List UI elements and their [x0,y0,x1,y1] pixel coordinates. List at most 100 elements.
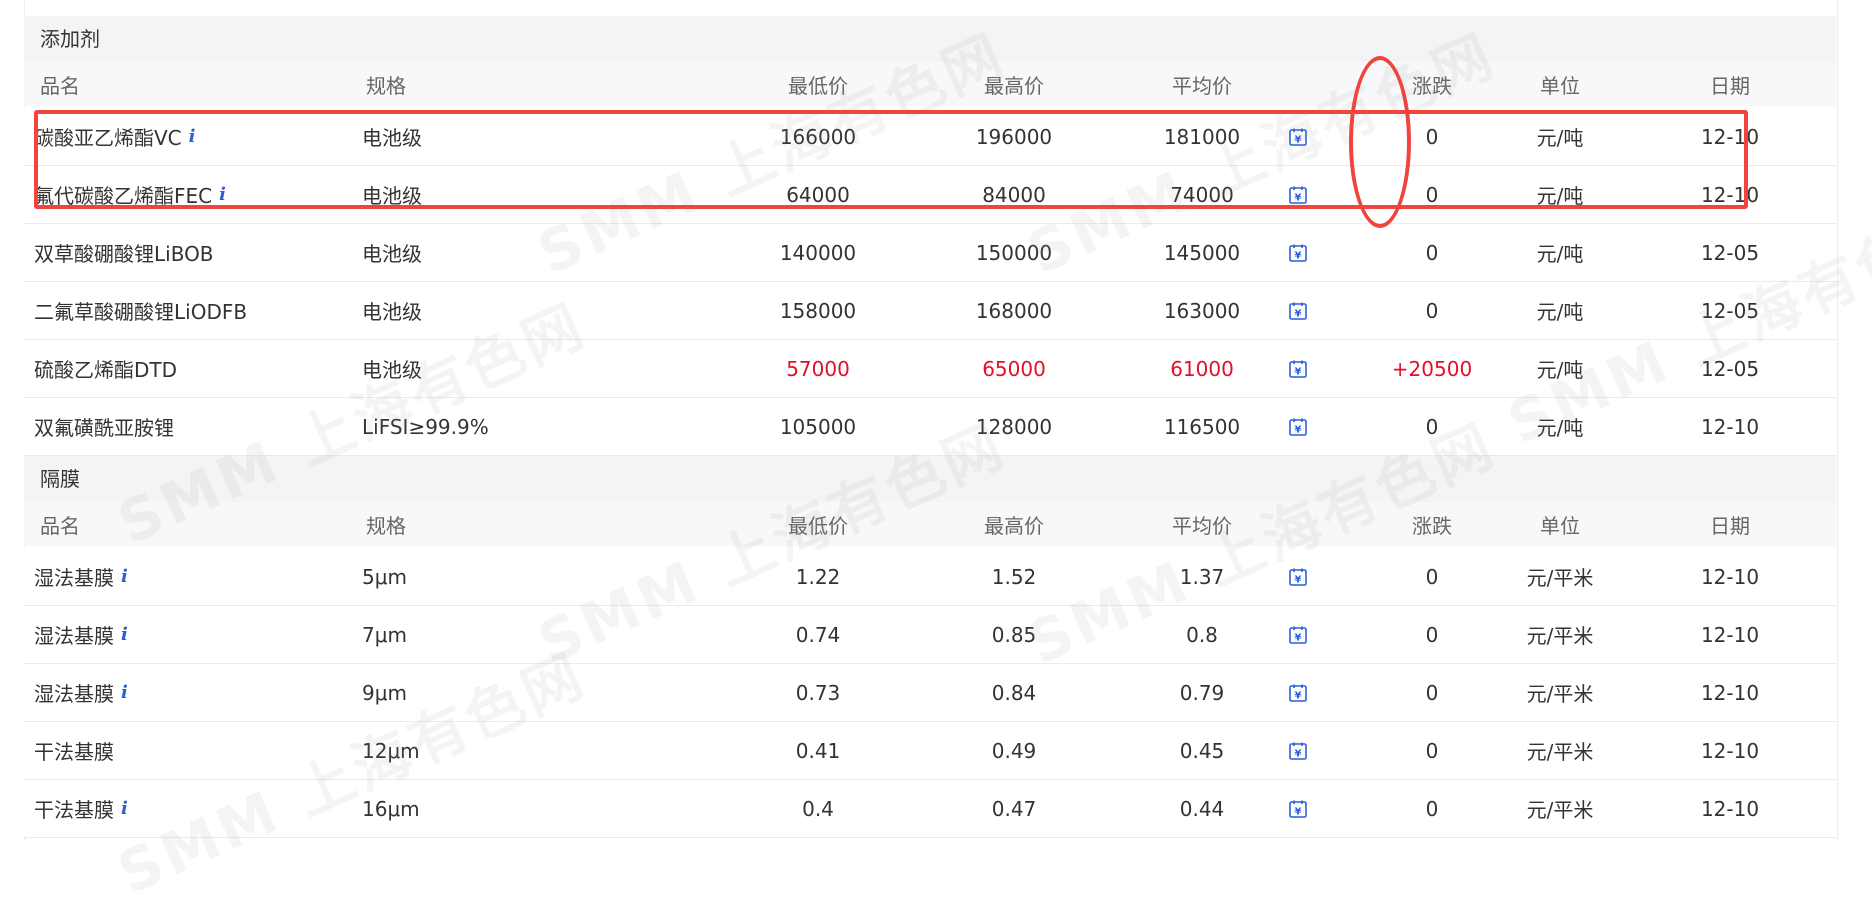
product-name[interactable]: 干法基膜 [34,722,114,779]
low-price: 166000 [779,124,857,149]
high-price: 196000 [975,124,1053,149]
product-name-text[interactable]: 湿法基膜 [34,562,114,591]
product-name-text[interactable]: 干法基膜 [34,794,114,823]
info-icon[interactable]: i [219,184,226,205]
product-name-text[interactable]: 硫酸乙烯酯DTD [34,354,177,383]
product-name[interactable]: 湿法基膜 i [34,606,128,663]
avg-price: 0.45 [1179,738,1225,763]
low-price: 64000 [786,182,850,207]
product-name[interactable]: 湿法基膜 i [34,548,128,605]
table-row[interactable]: 湿法基膜 i 5μm 1.22 1.52 1.37 ¥0 元/平米 12-10 [24,548,1836,606]
calendar-chart-icon[interactable]: ¥ [1286,664,1310,721]
col-unit: 单位 [1540,73,1580,98]
table-row[interactable]: 干法基膜 12μm 0.41 0.49 0.45 ¥0 元/平米 12-10 [24,722,1836,780]
avg-price: 163000 [1163,298,1241,323]
info-icon[interactable]: i [121,624,128,645]
table-row[interactable]: 湿法基膜 i 9μm 0.73 0.84 0.79 ¥0 元/平米 12-10 [24,664,1836,722]
col-high: 最高价 [984,73,1044,98]
unit-value: 元/吨 [1536,184,1584,208]
svg-text:¥: ¥ [1295,366,1302,377]
avg-price: 116500 [1163,414,1241,439]
unit-value: 元/吨 [1536,126,1584,150]
product-name-text[interactable]: 干法基膜 [34,736,114,765]
date-value: 12-10 [1700,796,1760,821]
svg-text:¥: ¥ [1295,574,1302,585]
unit-value: 元/平米 [1526,798,1594,822]
col-avg: 平均价 [1172,513,1232,538]
high-price: 65000 [982,356,1046,381]
avg-price: 0.79 [1179,680,1225,705]
avg-price: 61000 [1170,356,1234,381]
date-value: 12-05 [1700,356,1760,381]
column-header-row: 品名 规格 最低价 最高价 平均价 涨跌 单位 日期 [24,502,1836,546]
unit-value: 元/吨 [1536,242,1584,266]
calendar-chart-icon[interactable]: ¥ [1286,224,1310,281]
info-icon[interactable]: i [121,566,128,587]
date-value: 12-05 [1700,298,1760,323]
product-name[interactable]: 双氟磺酰亚胺锂 [34,398,174,455]
high-price: 0.47 [991,796,1037,821]
table-row[interactable]: 干法基膜 i 16μm 0.4 0.47 0.44 ¥0 元/平米 12-10 [24,780,1836,838]
svg-text:¥: ¥ [1295,748,1302,759]
calendar-chart-icon[interactable]: ¥ [1286,722,1310,779]
date-value: 12-10 [1700,680,1760,705]
calendar-chart-icon[interactable]: ¥ [1286,282,1310,339]
product-name-text[interactable]: 双草酸硼酸锂LiBOB [34,238,214,267]
product-name-text[interactable]: 碳酸亚乙烯酯VC [34,122,182,151]
info-icon[interactable]: i [121,682,128,703]
calendar-chart-icon[interactable]: ¥ [1286,340,1310,397]
product-name[interactable]: 硫酸乙烯酯DTD [34,340,177,397]
spec-value: 16μm [362,796,420,821]
unit-value: 元/平米 [1526,624,1594,648]
calendar-chart-icon[interactable]: ¥ [1286,398,1310,455]
col-low: 最低价 [788,513,848,538]
date-value: 12-10 [1700,738,1760,763]
calendar-chart-icon[interactable]: ¥ [1286,780,1310,837]
high-price: 168000 [975,298,1053,323]
col-avg: 平均价 [1172,73,1232,98]
unit-value: 元/吨 [1536,358,1584,382]
table-row[interactable]: 湿法基膜 i 7μm 0.74 0.85 0.8 ¥0 元/平米 12-10 [24,606,1836,664]
high-price: 128000 [975,414,1053,439]
table-row[interactable]: 二氟草酸硼酸锂LiODFB 电池级 158000 168000 163000 ¥0 元/吨 1… [24,282,1836,340]
low-price: 158000 [779,298,857,323]
product-name-text[interactable]: 氟代碳酸乙烯酯FEC [34,180,212,209]
product-name[interactable]: 碳酸亚乙烯酯VC i [34,108,196,165]
product-name[interactable]: 湿法基膜 i [34,664,128,721]
calendar-chart-icon[interactable]: ¥ [1286,166,1310,223]
product-name-text[interactable]: 湿法基膜 [34,620,114,649]
calendar-chart-icon[interactable]: ¥ [1286,606,1310,663]
high-price: 0.85 [991,622,1037,647]
svg-text:¥: ¥ [1295,134,1302,145]
table-row[interactable]: 双氟磺酰亚胺锂 LiFSI≥99.9% 105000 128000 116500 ¥0 元/… [24,398,1836,456]
spec-value: 9μm [362,680,407,705]
col-name: 品名 [40,73,80,98]
spec-value: LiFSI≥99.9% [362,414,489,439]
section-header-separators: 隔膜 [24,456,1836,502]
table-row[interactable]: 氟代碳酸乙烯酯FEC i 电池级 64000 84000 74000 ¥0 元/吨 12-10 [24,166,1836,224]
info-icon[interactable]: i [189,126,196,147]
product-name-text[interactable]: 湿法基膜 [34,678,114,707]
col-name: 品名 [40,513,80,538]
col-low: 最低价 [788,73,848,98]
info-icon[interactable]: i [121,798,128,819]
high-price: 1.52 [991,564,1037,589]
product-name[interactable]: 双草酸硼酸锂LiBOB [34,224,214,281]
product-name[interactable]: 氟代碳酸乙烯酯FEC i [34,166,226,223]
product-name-text[interactable]: 二氟草酸硼酸锂LiODFB [34,296,247,325]
unit-value: 元/平米 [1526,740,1594,764]
table-row[interactable]: 双草酸硼酸锂LiBOB 电池级 140000 150000 145000 ¥0 元/吨 12-… [24,224,1836,282]
calendar-chart-icon[interactable]: ¥ [1286,108,1310,165]
table-row[interactable]: 硫酸乙烯酯DTD 电池级 57000 65000 61000 ¥ +20500 元/吨 12-0… [24,340,1836,398]
low-price: 1.22 [795,564,841,589]
high-price: 150000 [975,240,1053,265]
product-name[interactable]: 干法基膜 i [34,780,128,837]
table-row[interactable]: 碳酸亚乙烯酯VC i 电池级 166000 196000 181000 ¥0 元/吨 12-10 [24,108,1836,166]
high-price: 0.49 [991,738,1037,763]
col-spec: 规格 [366,73,406,98]
product-name[interactable]: 二氟草酸硼酸锂LiODFB [34,282,247,339]
section-title: 隔膜 [40,467,80,491]
calendar-chart-icon[interactable]: ¥ [1286,548,1310,605]
avg-price: 1.37 [1179,564,1225,589]
product-name-text[interactable]: 双氟磺酰亚胺锂 [34,412,174,441]
